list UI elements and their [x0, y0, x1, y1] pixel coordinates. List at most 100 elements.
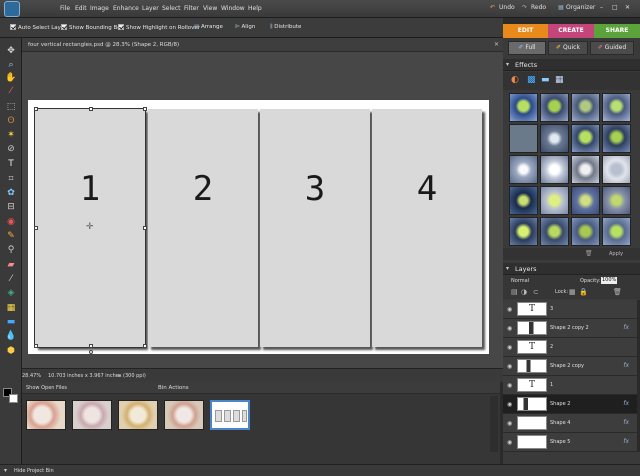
gradient-tool-icon[interactable]: ▦	[5, 303, 17, 313]
crop-tool-icon[interactable]: ⌗	[5, 174, 17, 184]
healing-brush-tool-icon[interactable]: ✎	[5, 231, 17, 241]
layer-row[interactable]: ◉ T 2	[503, 338, 637, 357]
hide-project-bin-button[interactable]: Hide Project Bin	[14, 468, 54, 474]
document-close-icon[interactable]: ✕	[494, 41, 499, 48]
bin-thumbnail[interactable]	[164, 400, 204, 430]
layer-row[interactable]: ◉ Shape 5 fx	[503, 433, 637, 452]
show-bounding-box-checkbox[interactable]: Show Bounding Box	[61, 24, 124, 31]
effect-thumbnail[interactable]	[571, 93, 600, 122]
type-tool-icon[interactable]: T	[5, 159, 17, 169]
bin-thumbnail[interactable]	[118, 400, 158, 430]
effect-thumbnail[interactable]	[571, 217, 600, 246]
visibility-eye-icon[interactable]: ◉	[507, 344, 512, 351]
layer-row-selected[interactable]: ◉ Shape 2 fx	[503, 395, 637, 414]
menu-enhance[interactable]: Enhance	[113, 5, 139, 12]
layers-panel-header[interactable]: Layers	[503, 263, 640, 275]
blend-mode-dropdown[interactable]: Normal	[511, 278, 529, 284]
menu-layer[interactable]: Layer	[142, 5, 159, 12]
info-arrow-icon[interactable]: ▸	[118, 372, 121, 379]
menu-view[interactable]: View	[203, 5, 217, 12]
bounding-box-handle[interactable]	[143, 344, 147, 348]
distribute-button[interactable]: ⫼ Distribute	[270, 24, 301, 31]
visibility-eye-icon[interactable]: ◉	[507, 382, 512, 389]
blur-tool-icon[interactable]: 💧	[5, 331, 17, 341]
bin-thumbnail[interactable]	[26, 400, 66, 430]
lasso-tool-icon[interactable]: ʘ	[5, 116, 17, 126]
effects-panel-header[interactable]: Effects	[503, 59, 640, 71]
effect-thumbnail[interactable]	[540, 124, 569, 153]
document-tab[interactable]: four vertical rectangles.psd @ 28.3% (Sh…	[22, 38, 503, 52]
lock-all-icon[interactable]: 🔒	[579, 288, 588, 296]
collapse-arrow-icon[interactable]: ▾	[4, 467, 7, 474]
eyedropper-tool-icon[interactable]: ⁄	[5, 86, 17, 96]
bounding-box-handle[interactable]	[34, 107, 38, 111]
align-button[interactable]: ⊫ Align	[235, 24, 255, 30]
zoom-tool-icon[interactable]: ⌕	[5, 60, 17, 70]
effect-thumbnail[interactable]	[602, 155, 631, 184]
rectangle-shape-3[interactable]: 3	[260, 109, 370, 347]
layer-row[interactable]: ◉ Shape 2 copy 2 fx	[503, 319, 637, 338]
effect-thumbnail[interactable]	[602, 217, 631, 246]
organizer-button[interactable]: Organizer	[566, 4, 595, 11]
bin-thumbnail-selected[interactable]	[210, 400, 250, 430]
effect-thumbnail[interactable]	[571, 155, 600, 184]
brush-tool-icon[interactable]: ⁄	[5, 274, 17, 284]
effect-thumbnail[interactable]	[540, 155, 569, 184]
tab-create[interactable]: CREATE	[548, 24, 594, 38]
auto-select-layer-checkbox[interactable]: Auto Select Layer	[10, 24, 67, 31]
red-eye-tool-icon[interactable]: ◉	[5, 217, 17, 227]
layer-styles-icon[interactable]: ▩	[527, 75, 536, 85]
menu-image[interactable]: Image	[90, 5, 109, 12]
tab-edit[interactable]: EDIT	[503, 24, 548, 38]
bounding-box-handle[interactable]	[143, 107, 147, 111]
apply-button[interactable]: Apply	[609, 251, 623, 257]
delete-layer-icon[interactable]: 🗑	[613, 288, 622, 296]
bin-thumbnail[interactable]	[72, 400, 112, 430]
organizer-icon[interactable]: ▦	[558, 4, 564, 11]
background-color-swatch[interactable]	[9, 394, 18, 403]
opacity-field[interactable]: 100%	[601, 277, 617, 284]
menu-select[interactable]: Select	[162, 5, 181, 12]
bounding-box-handle[interactable]	[34, 226, 38, 230]
magic-wand-tool-icon[interactable]: ✶	[5, 130, 17, 140]
zoom-level[interactable]: 28.47%	[22, 373, 41, 379]
effect-thumbnail[interactable]	[602, 124, 631, 153]
marquee-tool-icon[interactable]: ⬚	[5, 102, 17, 112]
project-bin-scrollbar[interactable]	[490, 396, 498, 452]
rectangle-shape-2[interactable]: 2	[148, 109, 258, 347]
visibility-eye-icon[interactable]: ◉	[507, 306, 512, 313]
bounding-box-handle[interactable]	[89, 344, 93, 348]
layer-row[interactable]: ◉ T 3	[503, 300, 637, 319]
effect-thumbnail[interactable]	[509, 155, 538, 184]
link-layers-icon[interactable]: ⊂	[533, 288, 539, 296]
menu-help[interactable]: Help	[248, 5, 262, 12]
tab-full[interactable]: ✐ Full	[508, 41, 546, 55]
rotate-handle[interactable]	[89, 350, 93, 354]
filters-icon[interactable]: ◐	[511, 75, 519, 85]
show-open-files-dropdown[interactable]: Show Open Files	[26, 385, 67, 391]
effect-thumbnail[interactable]	[509, 217, 538, 246]
menu-file[interactable]: File	[60, 5, 70, 12]
effect-thumbnail[interactable]	[602, 186, 631, 215]
collapse-arrow-icon[interactable]: ▾	[506, 61, 509, 68]
adjustment-layer-icon[interactable]: ◑	[521, 288, 527, 296]
trash-icon[interactable]: 🗑	[585, 250, 593, 257]
layer-style-icon[interactable]: fx	[623, 324, 629, 331]
layer-style-icon[interactable]: fx	[623, 400, 629, 407]
quick-selection-tool-icon[interactable]: ⊘	[5, 144, 17, 154]
arrange-button[interactable]: ▤ Arrange	[194, 24, 223, 30]
maximize-icon[interactable]: □	[612, 4, 618, 11]
straighten-tool-icon[interactable]: ⊟	[5, 202, 17, 212]
layer-style-icon[interactable]: fx	[623, 362, 629, 369]
visibility-eye-icon[interactable]: ◉	[507, 420, 512, 427]
eraser-tool-icon[interactable]: ▰	[5, 260, 17, 270]
visibility-eye-icon[interactable]: ◉	[507, 363, 512, 370]
redo-icon[interactable]: ↷	[522, 4, 527, 11]
effect-thumbnail[interactable]	[509, 186, 538, 215]
show-highlight-checkbox[interactable]: Show Highlight on Rollover	[118, 24, 200, 31]
visibility-eye-icon[interactable]: ◉	[507, 401, 512, 408]
visibility-eye-icon[interactable]: ◉	[507, 439, 512, 446]
menu-window[interactable]: Window	[221, 5, 245, 12]
show-all-icon[interactable]: ▦	[555, 75, 564, 85]
new-layer-icon[interactable]: ▤	[511, 288, 518, 296]
